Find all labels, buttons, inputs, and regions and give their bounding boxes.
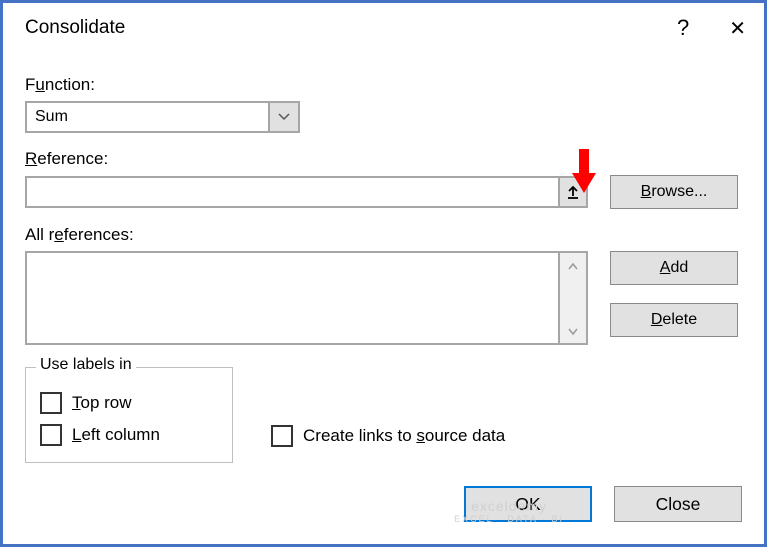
reference-row: Browse... bbox=[25, 175, 742, 209]
add-button[interactable]: Add bbox=[610, 251, 738, 285]
use-labels-group: Use labels in Top row Left column bbox=[25, 367, 233, 463]
listbox-scrollbar[interactable] bbox=[560, 251, 588, 345]
left-column-check-row: Left column bbox=[40, 424, 218, 446]
ok-button[interactable]: OK bbox=[464, 486, 592, 522]
create-links-label: Create links to source data bbox=[303, 426, 505, 446]
reference-input[interactable] bbox=[25, 176, 558, 208]
all-references-listbox[interactable] bbox=[25, 251, 560, 345]
all-references-wrap bbox=[25, 251, 588, 345]
browse-button[interactable]: Browse... bbox=[610, 175, 738, 209]
create-links-checkbox[interactable] bbox=[271, 425, 293, 447]
side-buttons: Add Delete bbox=[610, 251, 738, 337]
create-links-check-row: Create links to source data bbox=[271, 425, 505, 447]
dialog-title: Consolidate bbox=[25, 17, 125, 39]
help-button[interactable]: ? bbox=[677, 15, 689, 41]
all-references-row: Add Delete bbox=[25, 251, 742, 345]
titlebar: Consolidate ? ✕ bbox=[3, 3, 764, 49]
left-column-checkbox[interactable] bbox=[40, 424, 62, 446]
close-icon[interactable]: ✕ bbox=[729, 16, 746, 41]
scroll-up-icon[interactable] bbox=[568, 257, 578, 273]
function-dropdown-button[interactable] bbox=[268, 101, 300, 133]
use-labels-title: Use labels in bbox=[36, 356, 136, 374]
top-row-checkbox[interactable] bbox=[40, 392, 62, 414]
checks-outer: Use labels in Top row Left column Create… bbox=[25, 345, 742, 463]
top-row-label: Top row bbox=[72, 393, 132, 413]
all-references-label: All references: bbox=[25, 225, 742, 245]
collapse-icon bbox=[566, 185, 580, 199]
chevron-down-icon bbox=[278, 113, 290, 121]
reference-input-wrap bbox=[25, 176, 588, 208]
function-combobox[interactable] bbox=[25, 101, 300, 133]
delete-button[interactable]: Delete bbox=[610, 303, 738, 337]
footer-buttons: OK Close bbox=[464, 486, 742, 522]
consolidate-dialog: Consolidate ? ✕ Function: Reference: bbox=[0, 0, 767, 547]
title-controls: ? ✕ bbox=[677, 15, 746, 41]
close-button[interactable]: Close bbox=[614, 486, 742, 522]
left-column-label: Left column bbox=[72, 425, 160, 445]
function-label: Function: bbox=[25, 75, 742, 95]
reference-label: Reference: bbox=[25, 149, 742, 169]
collapse-dialog-button[interactable] bbox=[558, 176, 588, 208]
top-row-check-row: Top row bbox=[40, 392, 218, 414]
scroll-down-icon[interactable] bbox=[568, 323, 578, 339]
function-value[interactable] bbox=[25, 101, 268, 133]
dialog-body: Function: Reference: Browse.. bbox=[3, 49, 764, 485]
